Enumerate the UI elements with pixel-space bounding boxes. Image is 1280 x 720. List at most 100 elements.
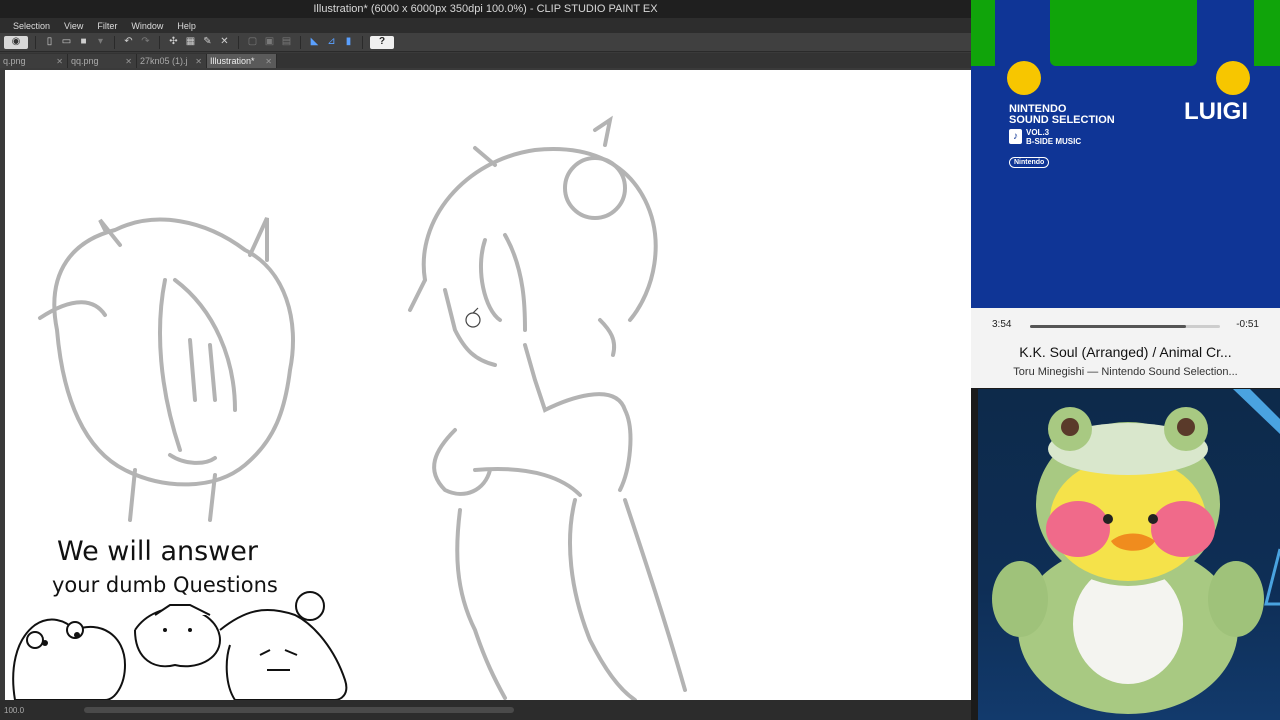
close-icon[interactable]: ✕ — [125, 57, 132, 66]
track-artist: Toru Minegishi — Nintendo Sound Selectio… — [1013, 366, 1238, 378]
album-overalls-bib — [1050, 0, 1197, 66]
sketch-stroke — [173, 278, 237, 412]
spiky-doodle — [219, 609, 348, 700]
spiky-doodle — [295, 591, 325, 621]
canvas-area[interactable]: We will answer your dumb Questions — [0, 68, 971, 700]
command-bar: ◉ ▯ ▭ ■ ▾ ↶ ↷ ✣ ▦ ✎ ✕ ▢ ▣ ▤ ◣ ⊿ ▮ ? — [0, 33, 971, 52]
album-series-label: NINTENDO SOUND SELECTION — [1009, 103, 1115, 126]
menu-bar: Selection View Filter Window Help — [0, 18, 971, 33]
status-bar: 100.0 — [0, 700, 971, 720]
paste-icon[interactable]: ▣ — [263, 36, 276, 49]
close-icon[interactable]: ✕ — [195, 57, 202, 66]
special-ruler-icon[interactable]: ▮ — [342, 36, 355, 49]
document-tabs: q.png ✕ qq.png ✕ 27kn05 (1).j ✕ Illustra… — [0, 53, 971, 68]
progress-fill — [1030, 325, 1186, 328]
snap-icon[interactable]: ⊿ — [325, 36, 338, 49]
album-name: LUIGI — [1184, 98, 1248, 125]
horizontal-scrollbar[interactable] — [84, 707, 515, 713]
sketch-stroke — [523, 343, 633, 492]
copy-icon[interactable]: ▢ — [246, 36, 259, 49]
background-shape — [1264, 548, 1280, 606]
album-overalls-strap — [1254, 0, 1280, 66]
sketch-stroke — [248, 217, 269, 262]
fill-icon[interactable]: ▦ — [184, 36, 197, 49]
redo-icon[interactable]: ↷ — [139, 36, 152, 49]
undo-icon[interactable]: ↶ — [122, 36, 135, 49]
drawing-canvas[interactable]: We will answer your dumb Questions — [5, 70, 971, 700]
elapsed-time: 3:54 — [992, 319, 1012, 330]
ruler-icon[interactable]: ◣ — [308, 36, 321, 49]
tab-label: 27kn05 (1).j — [140, 56, 188, 66]
close-icon[interactable]: ✕ — [265, 57, 272, 66]
toolbar-divider — [300, 35, 301, 49]
window-title: Illustration* (6000 x 6000px 350dpi 100.… — [0, 0, 971, 18]
cut-icon[interactable]: ✕ — [218, 36, 231, 49]
tab-label: Illustration* — [210, 56, 255, 66]
album-button — [1007, 61, 1041, 95]
tab-q-png[interactable]: q.png ✕ — [0, 54, 68, 68]
chevron-down-icon[interactable]: ▾ — [94, 36, 107, 49]
background-shape — [1233, 389, 1280, 434]
plush-arm — [992, 561, 1048, 637]
now-playing-widget: NINTENDO SOUND SELECTION ♪ VOL.3 B-SIDE … — [971, 0, 1280, 388]
sketch-stroke — [188, 338, 217, 402]
transform-icon[interactable]: ✣ — [167, 36, 180, 49]
menu-view[interactable]: View — [57, 21, 90, 31]
zoom-readout: 100.0 — [4, 705, 25, 715]
album-button — [1216, 61, 1250, 95]
tab-27kn05[interactable]: 27kn05 (1).j ✕ — [137, 54, 207, 68]
frog-pupil — [1177, 418, 1195, 436]
plush-eye — [1148, 514, 1158, 524]
track-title: K.K. Soul (Arranged) / Animal Cr... — [1019, 344, 1232, 360]
menu-help[interactable]: Help — [170, 21, 203, 31]
sign-text-line1: We will answer — [57, 536, 259, 567]
plush-cheek — [1151, 501, 1215, 557]
sketch-drawing: We will answer your dumb Questions — [12, 115, 687, 700]
clip-studio-window: Illustration* (6000 x 6000px 350dpi 100.… — [0, 0, 971, 720]
toolbar-divider — [362, 35, 363, 49]
album-volume-label: ♪ VOL.3 B-SIDE MUSIC — [1009, 128, 1081, 146]
new-file-icon[interactable]: ▯ — [43, 36, 56, 49]
sketch-stroke — [432, 428, 492, 496]
toolbar-divider — [114, 35, 115, 49]
brush-cursor-icon — [472, 307, 479, 314]
album-overalls-strap — [971, 0, 995, 66]
progress-track[interactable] — [1030, 325, 1220, 328]
frog-doodle — [26, 631, 44, 649]
plush-arm — [1208, 561, 1264, 637]
close-icon[interactable]: ✕ — [56, 57, 63, 66]
save-icon[interactable]: ■ — [77, 36, 90, 49]
tab-illustration[interactable]: Illustration* ✕ — [207, 54, 277, 68]
toolbar-divider — [159, 35, 160, 49]
sketch-stroke — [568, 498, 637, 700]
menu-filter[interactable]: Filter — [90, 21, 124, 31]
sketch-stroke — [455, 508, 507, 700]
brush-cursor-icon — [465, 312, 481, 328]
menu-window[interactable]: Window — [124, 21, 170, 31]
webcam-feed — [978, 389, 1280, 720]
plush-duck-image — [992, 389, 1280, 714]
frog-pupil — [1061, 418, 1079, 436]
sketch-stroke — [478, 233, 527, 332]
plush-eye — [1103, 514, 1113, 524]
sketch-stroke — [563, 156, 627, 220]
toolbar-divider — [238, 35, 239, 49]
open-file-icon[interactable]: ▭ — [60, 36, 73, 49]
remaining-time: -0:51 — [1236, 319, 1259, 330]
clear-icon[interactable]: ✎ — [201, 36, 214, 49]
album-brand-logo: Nintendo — [1009, 157, 1050, 168]
playback-progress: 3:54 -0:51 — [971, 317, 1280, 335]
sketch-stroke — [408, 278, 497, 367]
plush-cheek — [1046, 501, 1110, 557]
help-icon[interactable]: ? — [370, 35, 394, 49]
layer-icon[interactable]: ▤ — [280, 36, 293, 49]
sign-text-line2: your dumb Questions — [52, 573, 278, 597]
tab-label: q.png — [3, 56, 26, 66]
album-art: NINTENDO SOUND SELECTION ♪ VOL.3 B-SIDE … — [971, 0, 1280, 308]
user-mode-icon[interactable]: ◉ — [4, 35, 28, 49]
tab-label: qq.png — [71, 56, 99, 66]
sketch-stroke — [158, 278, 182, 452]
menu-selection[interactable]: Selection — [6, 21, 57, 31]
sketch-stroke — [52, 217, 295, 487]
tab-qq-png[interactable]: qq.png ✕ — [68, 54, 137, 68]
